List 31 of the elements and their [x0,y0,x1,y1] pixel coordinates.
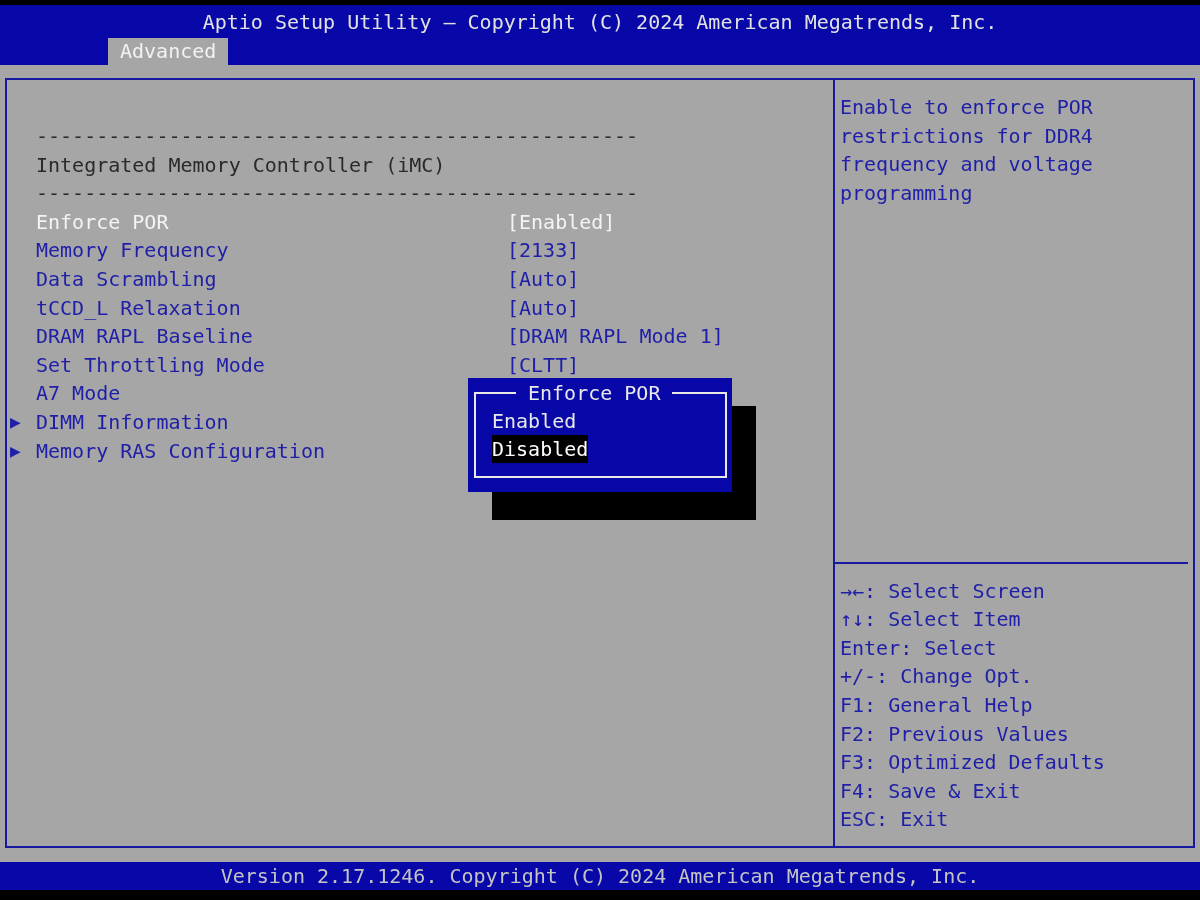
key-help-line: F3: Optimized Defaults [839,749,1106,777]
setting-label[interactable]: Data Scrambling [36,264,217,294]
setting-value[interactable]: [Auto] [507,293,580,323]
footer-version: Version 2.17.1246. Copyright (C) 2024 American Megatrends, Inc. [220,863,980,890]
dashed-separator: -------------------------------------------------- [36,180,639,208]
setting-value[interactable]: [Auto] [507,264,580,294]
triangle-arrow-icon: ▶ [10,407,21,437]
setting-value[interactable]: [2133] [507,236,580,265]
popup-option[interactable]: Disabled [492,435,589,463]
key-help-line: +/-: Change Opt. [839,663,1034,691]
key-help-line: ↑↓: Select Item [839,606,1022,634]
key-help-line: F1: General Help [839,692,1034,720]
section-heading: Integrated Memory Controller (iMC) [36,151,446,179]
setting-label[interactable]: tCCD_L Relaxation [36,293,241,323]
setting-value[interactable]: [CLTT] [507,350,580,380]
key-help-line: F2: Previous Values [839,720,1070,748]
setting-label[interactable]: DRAM RAPL Baseline [36,322,253,351]
setting-label[interactable]: Memory RAS Configuration [36,436,325,466]
setting-label[interactable]: Set Throttling Mode [36,350,265,380]
key-help-line: Enter: Select [839,634,998,662]
help-description: Enable to enforce POR restrictions for DDR4 frequency and voltage programming [839,94,1094,207]
setting-value[interactable]: [DRAM RAPL Mode 1] [507,322,724,351]
key-help-line: ESC: Exit [839,806,950,834]
setting-label[interactable]: Memory Frequency [36,236,229,265]
header-title: Aptio Setup Utility – Copyright (C) 2024 American Megatrends, Inc. [202,9,998,36]
setting-label[interactable]: A7 Mode [36,379,121,408]
dashed-separator: -------------------------------------------------- [36,123,639,150]
triangle-arrow-icon: ▶ [10,436,21,466]
setting-label[interactable]: DIMM Information [36,407,229,437]
key-help-line: →←: Select Screen [839,577,1046,605]
key-help-line: F4: Save & Exit [839,777,1022,805]
